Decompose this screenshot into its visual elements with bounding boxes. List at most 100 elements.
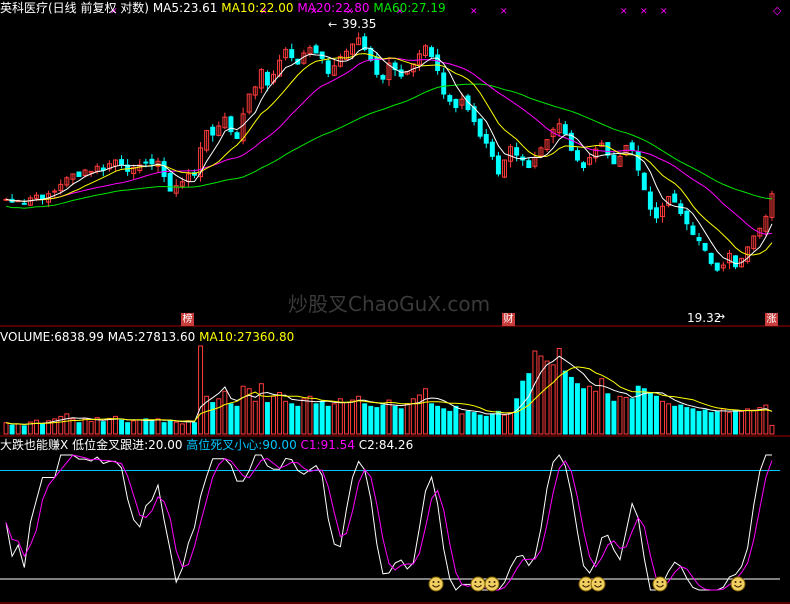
volume-bar	[581, 388, 586, 435]
smiley-icon	[470, 576, 486, 592]
volume-bar	[155, 418, 161, 435]
high-annotation: 39.35	[342, 17, 377, 31]
volume-bar	[720, 408, 726, 435]
volume-bar	[161, 422, 167, 435]
candle-body	[228, 116, 234, 133]
volume-bar	[240, 385, 246, 435]
candle-body	[374, 56, 380, 75]
vol-ma10-label: MA10:	[199, 330, 237, 344]
candle-body	[167, 172, 173, 192]
candle-body	[453, 98, 459, 109]
smiley-eye	[582, 581, 585, 583]
volume-bar	[514, 398, 520, 435]
watermark: 炒股叉ChaoGuX.com	[288, 292, 491, 316]
volume-bar	[258, 383, 264, 435]
volume-bar	[684, 407, 690, 435]
ma10-value: 22.00	[259, 1, 294, 15]
candle-body	[647, 191, 653, 210]
candle-body	[264, 71, 270, 86]
smiley-eye	[587, 581, 590, 583]
volume-bar	[100, 421, 106, 435]
volume-bar	[234, 405, 240, 435]
candle-body	[143, 161, 149, 164]
volume-bar	[179, 423, 185, 435]
volume-bar	[398, 408, 404, 435]
candle-body	[672, 193, 678, 203]
volume-bar	[216, 398, 222, 435]
smiley-eye	[661, 581, 664, 583]
volume-bar	[416, 394, 422, 435]
volume-bar	[635, 385, 641, 435]
candle-body	[562, 124, 568, 135]
candle-body	[702, 242, 708, 251]
smiley-eye	[479, 581, 482, 583]
candle-body	[210, 126, 216, 136]
volume-bar	[198, 345, 204, 435]
candle-body	[441, 72, 447, 95]
candle-body	[483, 134, 489, 144]
smiley-icon	[484, 576, 500, 592]
candle-body	[489, 141, 495, 157]
volume-bar	[15, 423, 21, 435]
volume-bar	[714, 410, 720, 435]
volume-bar	[550, 364, 556, 435]
volume-bar	[453, 405, 459, 435]
volume-bar	[465, 410, 471, 435]
volume-bar	[696, 410, 702, 435]
volume-bar	[9, 424, 15, 435]
volume-bar	[702, 409, 708, 435]
volume-bar	[185, 420, 191, 435]
candle-body	[21, 202, 27, 205]
volume-bar	[337, 398, 343, 435]
candle-body	[447, 95, 453, 102]
volume-bar	[356, 395, 362, 435]
marker-zhang-icon[interactable]: 涨	[765, 313, 778, 326]
marker-cai-icon[interactable]: 财	[502, 313, 515, 326]
volume-bar	[125, 422, 131, 435]
volume-bar	[587, 385, 593, 435]
c1-value: 91.54	[320, 438, 355, 452]
volume-bar	[447, 410, 453, 435]
volume-bar	[599, 378, 605, 435]
volume-bar	[508, 412, 514, 435]
c2-line	[5, 454, 772, 591]
volume-bar	[40, 423, 45, 435]
candle-body	[495, 155, 501, 175]
candle-body	[289, 49, 295, 59]
ma60-label: MA60:	[373, 1, 412, 15]
volume-bar	[343, 402, 349, 435]
smiley-eye	[656, 581, 659, 583]
volume-bar	[313, 403, 319, 435]
marker-bang-icon[interactable]: 榜	[181, 313, 194, 326]
candle-body	[611, 154, 617, 165]
volume-bar	[222, 390, 228, 435]
low-cross-value: 20.00	[148, 438, 183, 452]
candle-body	[690, 225, 696, 235]
volume-bar	[271, 395, 276, 435]
volume-bar	[429, 403, 435, 435]
smiley-eye	[437, 581, 440, 583]
volume-bar	[374, 407, 380, 435]
candle-body	[313, 45, 319, 54]
smiley-icon	[730, 576, 746, 592]
volume-bar	[76, 422, 82, 435]
volume-bar	[283, 400, 289, 435]
ma60-line	[5, 83, 773, 209]
volume-bar	[106, 417, 112, 435]
volume-bar	[660, 400, 666, 435]
candle-body	[714, 262, 720, 271]
volume-bar	[301, 398, 307, 435]
volume-bar	[70, 418, 76, 435]
volume-label: VOLUME:	[0, 330, 55, 344]
chart-title: 英科医疗(日线 前复权 对数)	[0, 1, 149, 15]
volume-bar	[33, 419, 39, 435]
volume-bar	[362, 403, 368, 435]
volume-bar	[392, 405, 398, 435]
volume-bar	[733, 409, 738, 435]
ma20-label: MA20:	[297, 1, 336, 15]
volume-bar	[745, 408, 751, 435]
volume-bar	[441, 408, 447, 435]
volume-bar	[459, 413, 465, 435]
ma5-label: MA5:	[152, 1, 184, 15]
volume-bar	[58, 415, 64, 435]
